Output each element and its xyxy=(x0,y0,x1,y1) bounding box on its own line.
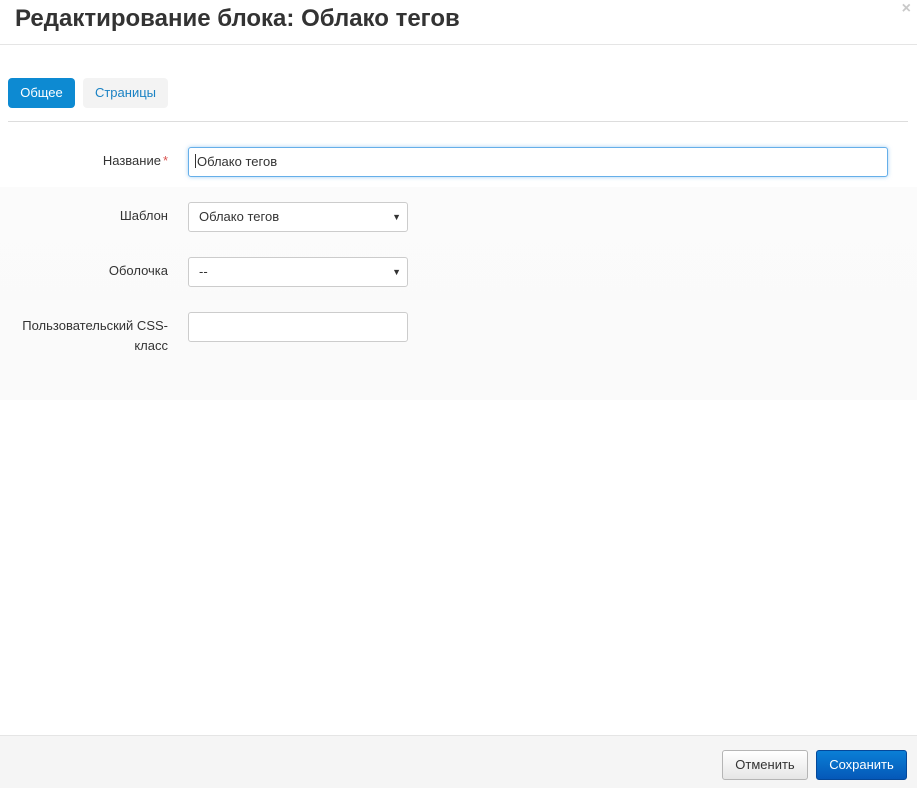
save-button[interactable]: Сохранить xyxy=(816,750,907,780)
tab-pages[interactable]: Страницы xyxy=(83,78,168,108)
template-selected-value: Облако тегов xyxy=(199,209,280,224)
cancel-button[interactable]: Отменить xyxy=(722,750,808,780)
name-input[interactable]: Облако тегов xyxy=(188,147,888,177)
modal-header: Редактирование блока: Облако тегов × xyxy=(0,0,917,45)
wrapper-label: Оболочка xyxy=(108,263,168,278)
tab-general[interactable]: Общее xyxy=(8,78,75,108)
wrapper-select[interactable]: -- ▼ xyxy=(188,257,408,287)
template-label: Шаблон xyxy=(119,208,168,223)
chevron-down-icon: ▼ xyxy=(392,267,401,277)
close-icon[interactable]: × xyxy=(902,0,911,18)
css-class-input[interactable] xyxy=(188,312,408,342)
name-input-value: Облако тегов xyxy=(197,154,278,169)
css-class-label-line1: Пользовательский CSS- xyxy=(22,318,168,333)
required-mark: * xyxy=(162,153,168,168)
modal-footer: Отменить Сохранить xyxy=(0,735,917,788)
name-label: Название * xyxy=(103,151,168,171)
chevron-down-icon: ▼ xyxy=(392,212,401,222)
wrapper-selected-value: -- xyxy=(199,264,208,279)
css-class-label-line2: класс xyxy=(134,338,168,353)
text-caret xyxy=(195,154,196,168)
template-select[interactable]: Облако тегов ▼ xyxy=(188,202,408,232)
modal-title: Редактирование блока: Облако тегов xyxy=(15,5,460,32)
name-label-text: Название xyxy=(102,153,161,168)
